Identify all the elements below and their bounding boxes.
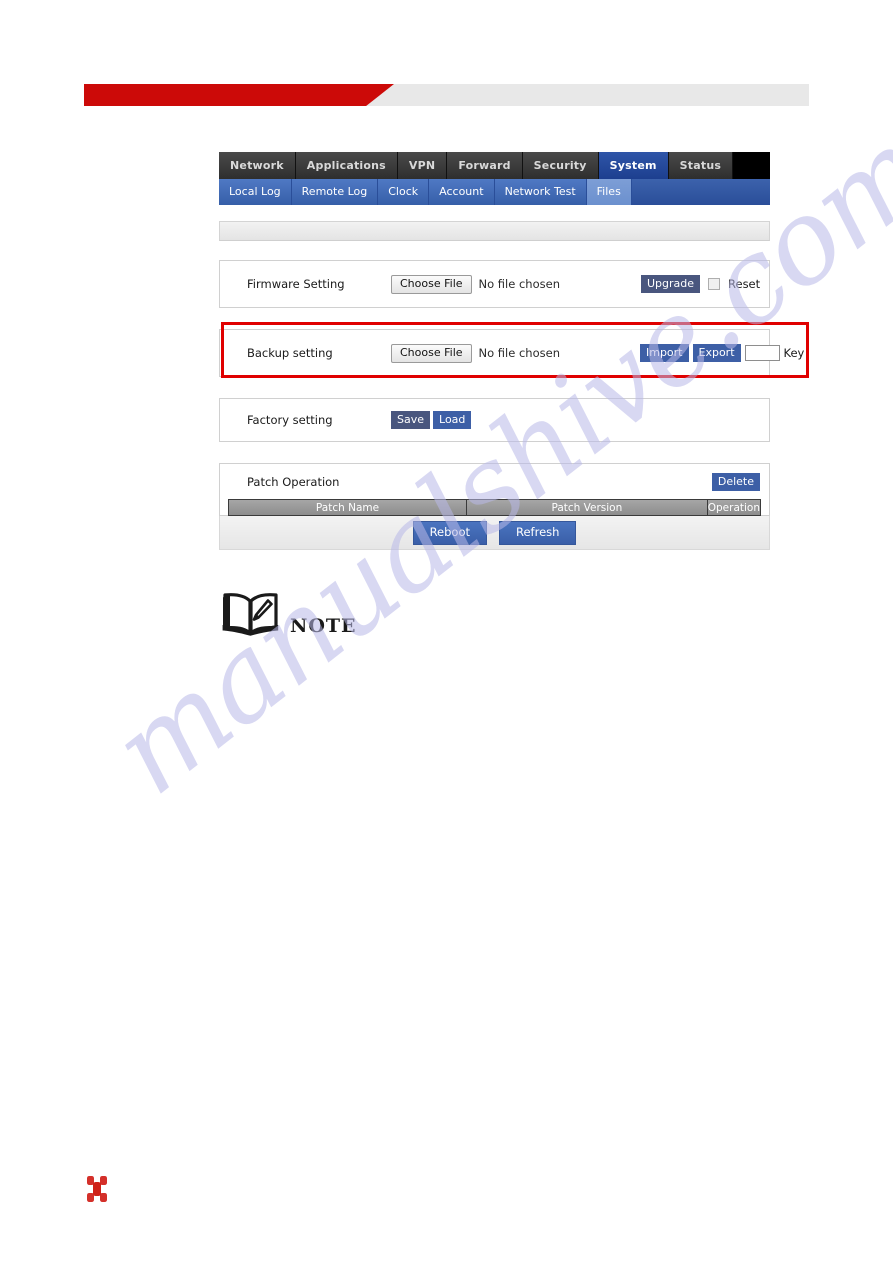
subnav-tab-remote-log[interactable]: Remote Log — [291, 179, 379, 205]
factory-load-button[interactable]: Load — [433, 411, 472, 429]
firmware-choose-file-button[interactable]: Choose File — [391, 274, 472, 294]
nav-tab-security[interactable]: Security — [522, 152, 599, 179]
subnav-tab-clock[interactable]: Clock — [378, 179, 430, 205]
primary-nav: Network Applications VPN Forward Securit… — [219, 152, 770, 179]
patch-delete-button[interactable]: Delete — [711, 473, 760, 491]
factory-setting-label: Factory setting — [247, 413, 333, 427]
refresh-button[interactable]: Refresh — [499, 520, 577, 545]
open-book-icon — [220, 592, 282, 641]
patch-column-operation: Operation — [707, 500, 760, 515]
subnav-tab-local-log[interactable]: Local Log — [219, 179, 292, 205]
subnav-tab-network-test[interactable]: Network Test — [494, 179, 587, 205]
content-top-strip — [219, 221, 770, 241]
secondary-nav-filler — [632, 179, 770, 205]
backup-setting-label: Backup setting — [247, 346, 333, 360]
header-red-band — [84, 84, 394, 106]
firmware-file-input[interactable]: Choose File No file chosen — [391, 274, 560, 294]
backup-key-label: Key — [783, 346, 805, 360]
firmware-reset-checkbox[interactable] — [708, 278, 721, 290]
patch-table-header: Patch Name Patch Version Operation — [228, 499, 761, 516]
backup-choose-file-button[interactable]: Choose File — [391, 343, 472, 363]
subnav-tab-account[interactable]: Account — [429, 179, 495, 205]
reboot-button[interactable]: Reboot — [412, 520, 487, 545]
nav-tab-system[interactable]: System — [598, 152, 669, 179]
document-header-bar — [84, 84, 809, 106]
backup-import-button[interactable]: Import — [639, 344, 689, 362]
nav-tab-network[interactable]: Network — [219, 152, 296, 179]
patch-column-version: Patch Version — [467, 500, 708, 515]
backup-setting-panel: Backup setting Choose File No file chose… — [219, 329, 804, 377]
backup-file-status: No file chosen — [478, 346, 560, 360]
nav-tab-forward[interactable]: Forward — [447, 152, 523, 179]
firmware-setting-panel: Firmware Setting Choose File No file cho… — [219, 260, 770, 308]
note-block: NOTE — [220, 592, 357, 641]
subnav-tab-files[interactable]: Files — [586, 179, 632, 205]
patch-operation-label: Patch Operation — [247, 475, 340, 489]
ui-footer-bar: Reboot Refresh — [219, 516, 770, 550]
backup-file-input[interactable]: Choose File No file chosen — [391, 343, 560, 363]
firmware-file-status: No file chosen — [478, 277, 560, 291]
nav-tab-applications[interactable]: Applications — [295, 152, 398, 179]
patch-operation-panel: Patch Operation Delete Patch Name Patch … — [219, 463, 770, 516]
factory-setting-panel: Factory setting Save Load — [219, 398, 770, 442]
nav-tab-vpn[interactable]: VPN — [397, 152, 448, 179]
footer-brand-logo — [86, 1175, 110, 1210]
secondary-nav: Local Log Remote Log Clock Account Netwo… — [219, 179, 770, 205]
note-label: NOTE — [290, 615, 357, 637]
factory-save-button[interactable]: Save — [391, 411, 431, 429]
firmware-upgrade-button[interactable]: Upgrade — [640, 275, 701, 293]
backup-key-input[interactable] — [744, 345, 780, 361]
backup-export-button[interactable]: Export — [692, 344, 741, 362]
firmware-setting-label: Firmware Setting — [247, 277, 345, 291]
firmware-reset-label: Reset — [728, 277, 761, 291]
primary-nav-filler — [733, 152, 770, 179]
nav-tab-status[interactable]: Status — [668, 152, 734, 179]
patch-column-name: Patch Name — [229, 500, 467, 515]
router-web-ui: Network Applications VPN Forward Securit… — [219, 152, 804, 550]
